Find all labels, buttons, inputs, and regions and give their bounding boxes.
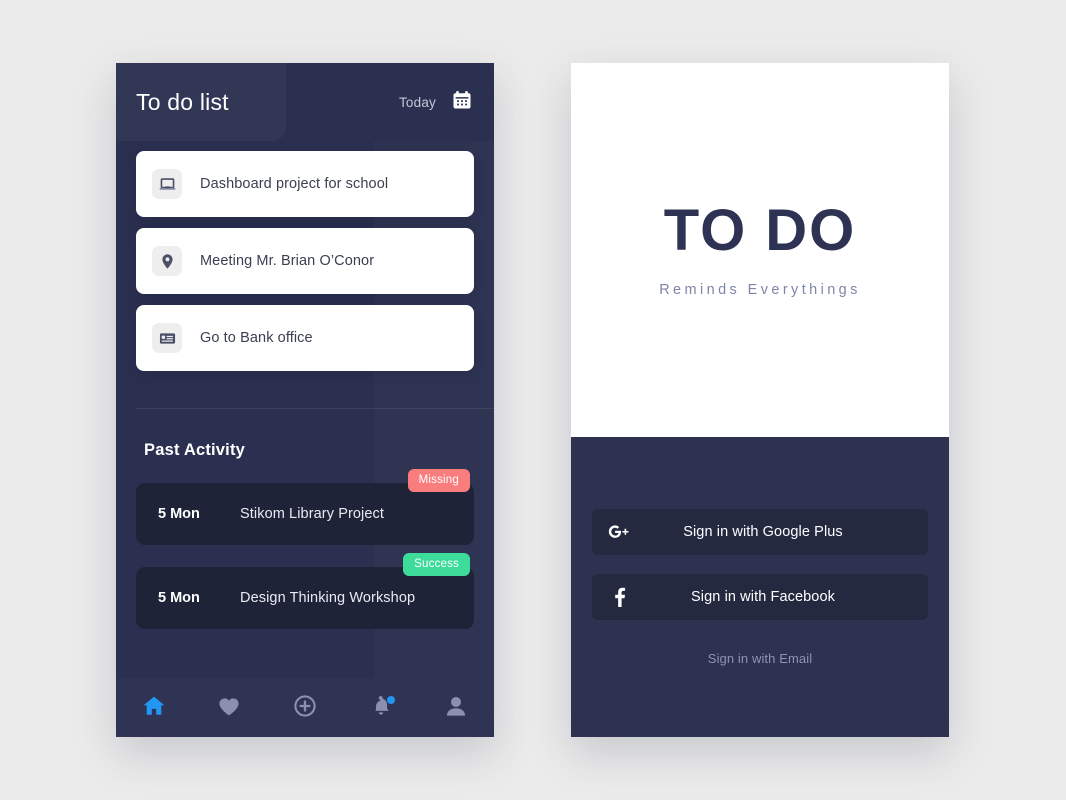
- task-label: Meeting Mr. Brian O’Conor: [200, 253, 375, 269]
- past-activity-list: Missing 5 Mon Stikom Library Project Suc…: [136, 469, 474, 651]
- task-label: Go to Bank office: [200, 330, 313, 346]
- signin-section: Sign in with Google Plus Sign in with Fa…: [571, 437, 949, 737]
- page-title: To do list: [136, 88, 229, 115]
- person-icon: [443, 693, 469, 724]
- signin-google-plus-button[interactable]: Sign in with Google Plus: [592, 509, 928, 555]
- task-label: Dashboard project for school: [200, 176, 389, 192]
- task-card[interactable]: Dashboard project for school: [136, 151, 474, 217]
- nav-item-favorites[interactable]: [192, 679, 268, 737]
- google-plus-icon: [592, 524, 646, 540]
- notification-badge-dot: [386, 696, 395, 704]
- heart-icon: [216, 693, 242, 724]
- activity-date: 5 Mon: [158, 590, 200, 606]
- home-icon: [141, 693, 167, 724]
- activity-date: 5 Mon: [158, 506, 200, 522]
- bottom-navigation-bar: [116, 679, 494, 737]
- bank-card-icon: [152, 323, 182, 353]
- task-card[interactable]: Go to Bank office: [136, 305, 474, 371]
- task-card[interactable]: Meeting Mr. Brian O’Conor: [136, 228, 474, 294]
- location-pin-icon: [152, 246, 182, 276]
- signin-email-link[interactable]: Sign in with Email: [708, 651, 812, 666]
- signin-facebook-label: Sign in with Facebook: [691, 589, 835, 605]
- brand-title: TO DO: [663, 198, 857, 263]
- nav-item-home[interactable]: [116, 679, 192, 737]
- calendar-icon[interactable]: [452, 90, 472, 115]
- nav-item-profile[interactable]: [418, 679, 494, 737]
- nav-item-add[interactable]: [267, 679, 343, 737]
- activity-name: Stikom Library Project: [240, 506, 385, 522]
- signin-facebook-button[interactable]: Sign in with Facebook: [592, 574, 928, 620]
- plus-circle-icon: [292, 693, 318, 724]
- todo-header: To do list Today: [116, 63, 494, 141]
- laptop-icon: [152, 169, 182, 199]
- status-badge-missing: Missing: [407, 469, 470, 492]
- activity-row[interactable]: Success 5 Mon Design Thinking Workshop: [136, 553, 474, 629]
- brand-section: TO DO Reminds Everythings: [571, 63, 949, 437]
- nav-item-notifications[interactable]: [343, 679, 419, 737]
- activity-name: Design Thinking Workshop: [240, 590, 416, 606]
- today-label[interactable]: Today: [399, 95, 436, 110]
- signin-splash-screen: TO DO Reminds Everythings Sign in with G…: [571, 63, 949, 737]
- signin-google-plus-label: Sign in with Google Plus: [683, 524, 843, 540]
- past-activity-title: Past Activity: [144, 441, 246, 459]
- task-list: Dashboard project for school Meeting Mr.…: [136, 151, 474, 382]
- todo-list-screen: To do list Today Dashboard project for s…: [116, 63, 494, 737]
- facebook-icon: [592, 586, 646, 608]
- activity-row[interactable]: Missing 5 Mon Stikom Library Project: [136, 469, 474, 545]
- brand-tagline: Reminds Everythings: [659, 282, 861, 298]
- section-divider: [136, 408, 494, 409]
- status-badge-success: Success: [403, 553, 470, 576]
